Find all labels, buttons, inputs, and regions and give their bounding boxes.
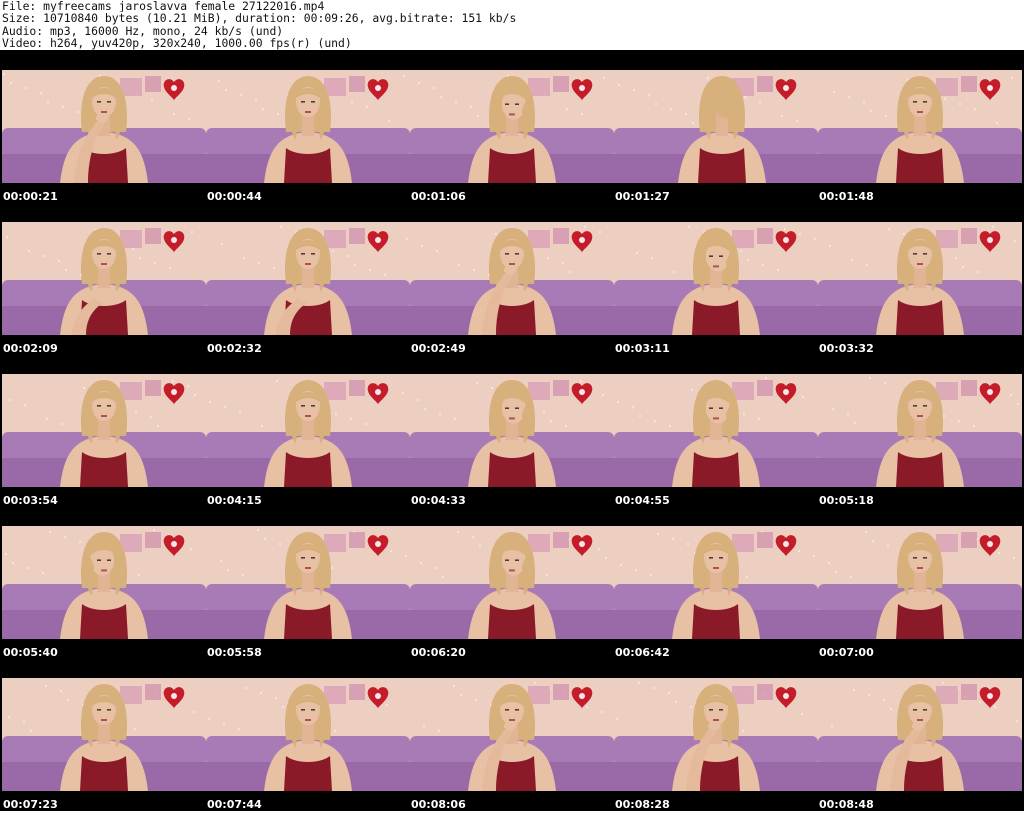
frame-timestamp: 00:01:06 (411, 190, 466, 203)
frame-timestamp: 00:07:44 (207, 798, 262, 811)
video-frame-image (614, 374, 818, 487)
frame-timestamp: 00:07:23 (3, 798, 58, 811)
video-frame-image (410, 222, 614, 335)
frame-timestamp: 00:05:58 (207, 646, 262, 659)
video-frame-image (206, 526, 410, 639)
frame-timestamp: 00:08:48 (819, 798, 874, 811)
video-frame-image (818, 678, 1022, 791)
audio-info-line: Audio: mp3, 16000 Hz, mono, 24 kb/s (und… (2, 24, 284, 38)
thumbnail-frame: 00:07:00 (818, 526, 1022, 678)
frame-timestamp: 00:06:42 (615, 646, 670, 659)
thumbnail-frame: 00:01:06 (410, 70, 614, 222)
frame-timestamp: 00:03:32 (819, 342, 874, 355)
video-frame-image (206, 678, 410, 791)
frame-timestamp: 00:00:44 (207, 190, 262, 203)
thumbnail-frame: 00:07:44 (206, 678, 410, 830)
thumbnail-frame: 00:04:33 (410, 374, 614, 526)
file-info-header: File: myfreecams_jaroslavva_female_27122… (0, 0, 1024, 50)
thumbnail-frame: 00:01:27 (614, 70, 818, 222)
thumbnail-frame: 00:03:32 (818, 222, 1022, 374)
thumbnail-frame: 00:06:20 (410, 526, 614, 678)
thumbnail-frame: 00:02:32 (206, 222, 410, 374)
video-frame-image (2, 374, 206, 487)
video-frame-image (818, 526, 1022, 639)
thumbnail-frame: 00:04:15 (206, 374, 410, 526)
thumbnail-frame: 00:03:54 (2, 374, 206, 526)
video-frame-image (410, 70, 614, 183)
video-frame-image (614, 526, 818, 639)
thumbnail-grid: 00:00:21 00:00:44 00:01:06 00:01:27 00:01:48… (2, 70, 1022, 830)
frame-timestamp: 00:04:15 (207, 494, 262, 507)
video-frame-image (614, 222, 818, 335)
video-frame-image (410, 374, 614, 487)
thumbnail-frame: 00:00:21 (2, 70, 206, 222)
video-frame-image (206, 222, 410, 335)
frame-timestamp: 00:01:48 (819, 190, 874, 203)
thumbnail-frame: 00:02:09 (2, 222, 206, 374)
file-size-line: Size: 10710840 bytes (10.21 MiB), durati… (2, 12, 517, 25)
frame-timestamp: 00:07:00 (819, 646, 874, 659)
frame-timestamp: 00:04:33 (411, 494, 466, 507)
thumbnail-frame: 00:05:18 (818, 374, 1022, 526)
thumbnail-frame: 00:04:55 (614, 374, 818, 526)
frame-timestamp: 00:08:06 (411, 798, 466, 811)
video-frame-image (818, 374, 1022, 487)
video-frame-image (614, 678, 818, 791)
thumbnail-frame: 00:08:06 (410, 678, 614, 830)
frame-timestamp: 00:02:32 (207, 342, 262, 355)
video-frame-image (206, 374, 410, 487)
video-frame-image (410, 678, 614, 791)
thumbnail-frame: 00:03:11 (614, 222, 818, 374)
thumbnail-frame: 00:00:44 (206, 70, 410, 222)
thumbnail-sheet: 00:00:21 00:00:44 00:01:06 00:01:27 00:01:48… (0, 50, 1024, 811)
video-frame-image (2, 222, 206, 335)
thumbnail-frame: 00:05:58 (206, 526, 410, 678)
video-frame-image (2, 526, 206, 639)
thumbnail-frame: 00:02:49 (410, 222, 614, 374)
frame-timestamp: 00:03:11 (615, 342, 670, 355)
video-frame-image (2, 70, 206, 183)
video-frame-image (818, 222, 1022, 335)
video-frame-image (818, 70, 1022, 183)
thumbnail-frame: 00:08:28 (614, 678, 818, 830)
frame-timestamp: 00:05:18 (819, 494, 874, 507)
video-frame-image (2, 678, 206, 791)
thumbnail-frame: 00:07:23 (2, 678, 206, 830)
file-name-line: File: myfreecams_jaroslavva_female_27122… (2, 0, 325, 13)
frame-timestamp: 00:03:54 (3, 494, 58, 507)
frame-timestamp: 00:06:20 (411, 646, 466, 659)
thumbnail-frame: 00:05:40 (2, 526, 206, 678)
video-frame-image (206, 70, 410, 183)
frame-timestamp: 00:02:49 (411, 342, 466, 355)
thumbnail-frame: 00:06:42 (614, 526, 818, 678)
frame-timestamp: 00:08:28 (615, 798, 670, 811)
frame-timestamp: 00:00:21 (3, 190, 58, 203)
thumbnail-frame: 00:08:48 (818, 678, 1022, 830)
thumbnail-frame: 00:01:48 (818, 70, 1022, 222)
frame-timestamp: 00:05:40 (3, 646, 58, 659)
video-frame-image (410, 526, 614, 639)
frame-timestamp: 00:02:09 (3, 342, 58, 355)
frame-timestamp: 00:01:27 (615, 190, 670, 203)
video-frame-image (614, 70, 818, 183)
frame-timestamp: 00:04:55 (615, 494, 670, 507)
video-info-line: Video: h264, yuv420p, 320x240, 1000.00 f… (2, 37, 352, 50)
